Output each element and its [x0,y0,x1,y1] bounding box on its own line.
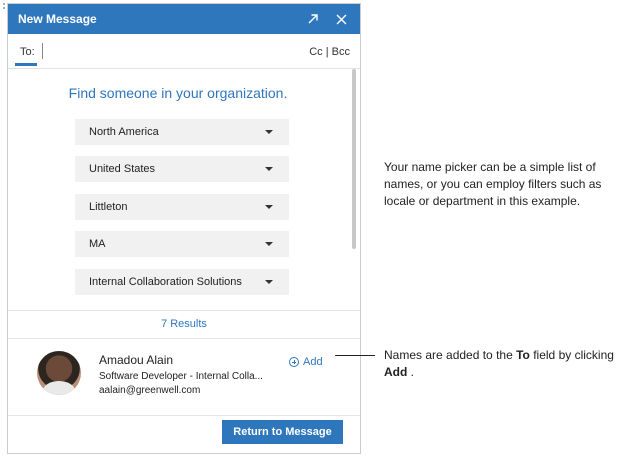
caret-down-icon [265,130,273,134]
dialog-titlebar: New Message [8,4,360,34]
to-label: To: [20,46,35,58]
state-select[interactable]: MA [75,231,289,257]
region-select[interactable]: North America [75,119,289,145]
person-name: Amadou Alain [99,353,174,367]
caret-down-icon [265,242,273,246]
new-message-dialog: New Message To: Cc | Bcc Find someone in… [7,3,361,454]
select-value: North America [89,126,159,138]
to-input-cursor[interactable] [42,43,43,59]
caret-down-icon [265,280,273,284]
add-circle-icon [289,357,299,367]
expand-icon[interactable] [302,8,324,30]
annotation-filters: Your name picker can be a simple list of… [384,160,602,208]
country-select[interactable]: United States [75,156,289,182]
select-value: Internal Collaboration Solutions [89,276,242,288]
person-title: Software Developer - Internal Colla... [99,371,263,382]
return-to-message-button[interactable]: Return to Message [222,420,343,444]
caret-down-icon [265,205,273,209]
results-count: 7 Results [161,318,207,330]
add-label: Add [303,356,323,368]
divider [8,338,360,339]
department-select[interactable]: Internal Collaboration Solutions [75,269,289,295]
avatar [37,351,81,395]
select-value: MA [89,238,106,250]
select-value: United States [89,163,156,175]
scrollbar[interactable] [352,69,356,249]
close-icon[interactable] [330,8,352,30]
annotation-add: Names are added to the To field by click… [384,348,614,379]
to-active-indicator [15,63,37,66]
divider [8,415,360,416]
caret-down-icon [265,167,273,171]
person-result: Amadou Alain Software Developer - Intern… [8,341,360,416]
dialog-title: New Message [18,12,97,26]
city-select[interactable]: Littleton [75,194,289,220]
picker-heading: Find someone in your organization. [68,85,288,101]
people-picker-panel: Find someone in your organization. North… [8,69,360,311]
cc-bcc-link[interactable]: Cc | Bcc [309,46,350,58]
select-value: Littleton [89,201,128,213]
add-person-button[interactable]: Add [289,356,323,368]
person-email: aalain@greenwell.com [99,385,201,396]
divider [8,310,360,311]
callout-line [335,355,375,356]
to-field-row: To: Cc | Bcc [8,35,360,69]
